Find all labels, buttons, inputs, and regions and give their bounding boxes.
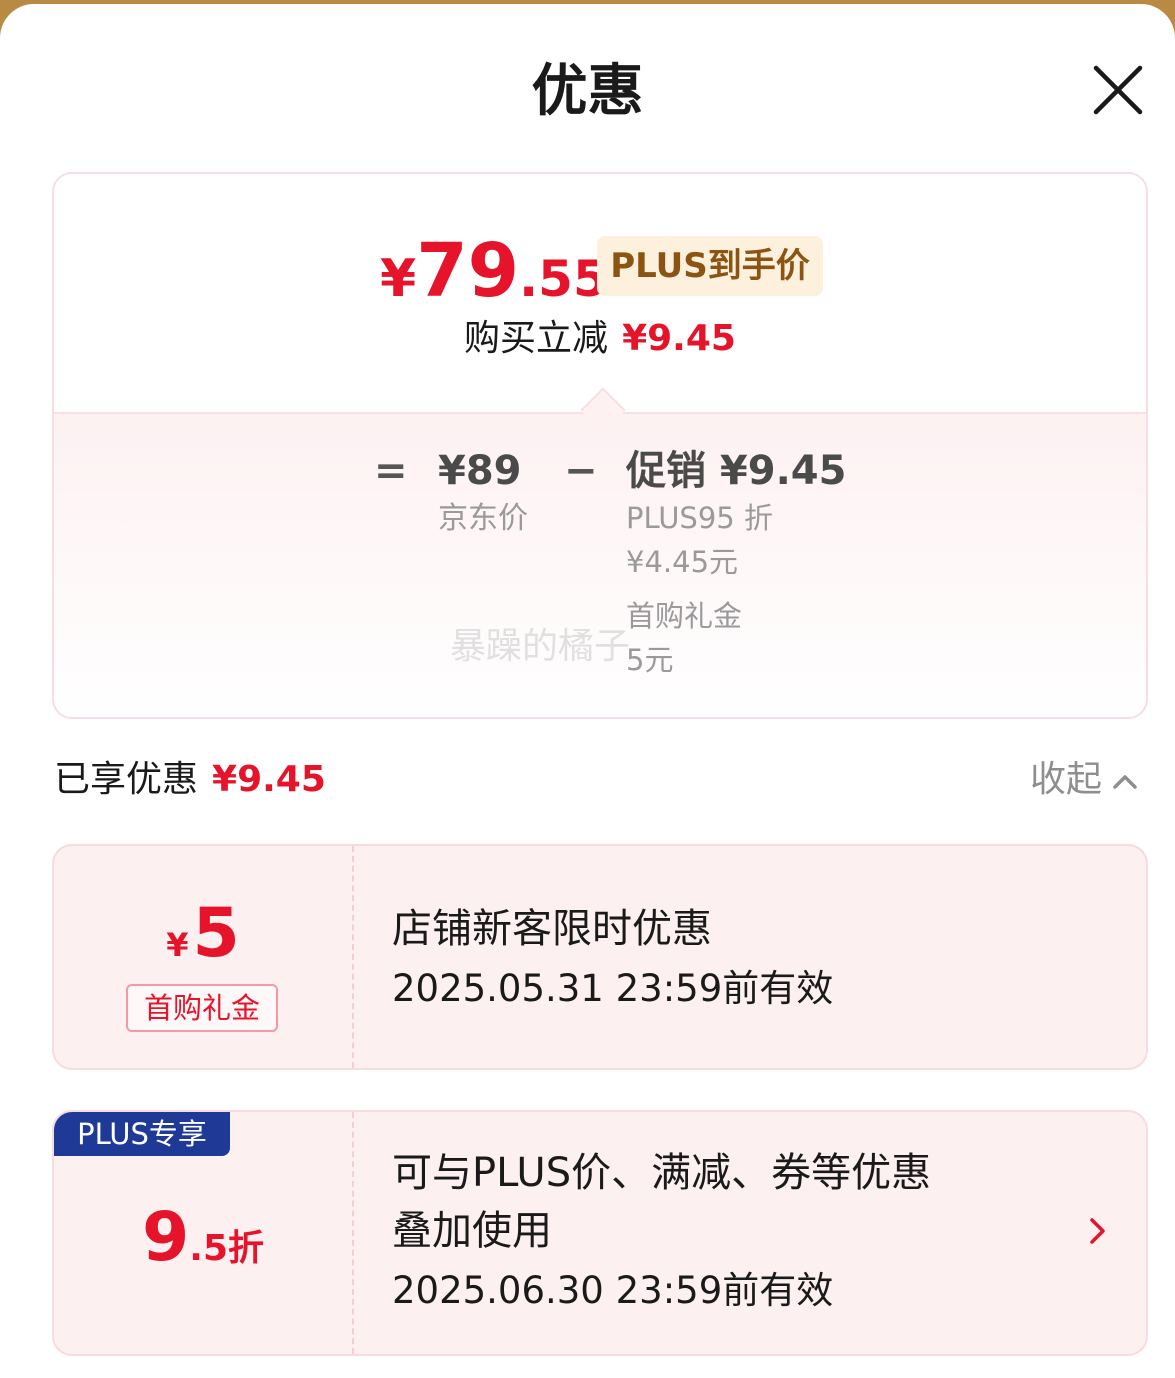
coupon-title-line1: 可与PLUS价、满减、券等优惠 [392,1150,932,1196]
coupon-plus-discount[interactable]: PLUS专享 9.5折 可与PLUS价、满减、券等优惠 叠加使用 2025.06… [52,1110,1148,1356]
final-price-symbol: ¥ [380,249,417,309]
coupon-discount-minor: .5折 [189,1228,265,1269]
promo-detail-plus-discount: PLUS95 折 [626,501,773,535]
promo-total: 促销 ¥9.45 [626,448,847,494]
final-price-integer: 79 [416,228,520,314]
coupon-value-panel: ¥5 首购礼金 [54,846,352,1068]
minus-sign: − [564,448,598,494]
discount-sheet: 优惠 ¥79.55 PLUS到手价 购买立减 ¥9.45 = ¥89 京东价 − … [0,4,1175,1378]
coupon-validity: 2025.06.30 23:59前有效 [392,1269,834,1312]
watermark: 暴躁的橘子 [450,626,631,667]
promo-detail-gift-label: 首购礼金 [626,599,743,633]
coupon-divider [352,846,354,1068]
plus-exclusive-badge: PLUS专享 [54,1112,230,1156]
coupon-amount: ¥5 [54,894,352,991]
savings-label: 已享优惠 [54,759,199,800]
chevron-up-icon [1113,775,1137,789]
coupon-discount-major: 9 [141,1198,190,1277]
instant-reduction: 购买立减 ¥9.45 [54,314,1146,364]
coupon-discount: 9.5折 [54,1198,352,1295]
close-button[interactable] [1088,60,1148,120]
price-summary-top: ¥79.55 PLUS到手价 购买立减 ¥9.45 [54,174,1146,412]
coupon-validity: 2025.05.31 23:59前有效 [392,967,834,1010]
coupon-type-tag: 首购礼金 [126,984,278,1032]
close-icon [1093,65,1143,115]
coupon-divider [352,1112,354,1354]
coupon-title-line2: 叠加使用 [392,1208,552,1254]
jd-price: ¥89 [438,448,522,494]
price-breakdown [54,412,1146,717]
promo-detail-plus-amount: ¥4.45元 [626,545,739,579]
promo-detail-gift-amount: 5元 [626,643,674,677]
plus-price-badge: PLUS到手价 [597,236,823,296]
coupon-title: 店铺新客限时优惠 [392,906,712,952]
coupon-value-panel: PLUS专享 9.5折 [54,1112,352,1354]
coupon-new-customer: ¥5 首购礼金 店铺新客限时优惠 2025.05.31 23:59前有效 [52,844,1148,1070]
price-summary-card: ¥79.55 PLUS到手价 购买立减 ¥9.45 = ¥89 京东价 − 促销 … [52,172,1148,719]
instant-reduction-amount: ¥9.45 [622,318,736,359]
collapse-button[interactable]: 收起 [1030,754,1140,806]
jd-price-label: 京东价 [438,501,528,536]
final-price-decimal: .55 [519,250,608,308]
savings-summary: 已享优惠 ¥9.45 [54,754,326,806]
coupon-value: 5 [192,894,240,973]
collapse-label: 收起 [1030,759,1103,800]
savings-amount: ¥9.45 [212,759,326,800]
coupon-currency: ¥ [166,926,189,964]
chevron-right-icon[interactable] [1082,1216,1112,1246]
instant-reduction-label: 购买立减 [464,318,609,359]
equals-sign: = [374,448,408,494]
sheet-title: 优惠 [531,59,644,124]
